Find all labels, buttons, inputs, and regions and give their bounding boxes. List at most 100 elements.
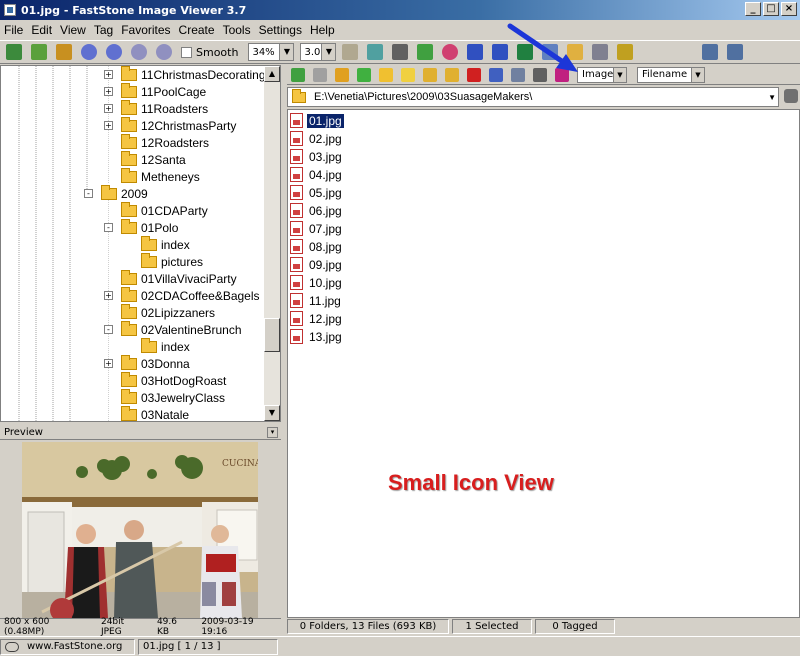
- tree-item[interactable]: Metheneys: [121, 167, 200, 185]
- previous-icon[interactable]: [81, 44, 97, 60]
- file-item[interactable]: 04.jpg: [290, 166, 344, 183]
- zoom-out-icon[interactable]: [156, 44, 172, 60]
- tree-item[interactable]: pictures: [141, 252, 203, 270]
- details-view-icon[interactable]: [511, 67, 525, 82]
- move-to-icon[interactable]: [445, 67, 459, 82]
- file-item[interactable]: 03.jpg: [290, 148, 344, 165]
- hand-tool-icon[interactable]: [342, 44, 359, 60]
- small-icon-view-icon[interactable]: [533, 67, 547, 82]
- scroll-thumb[interactable]: [264, 318, 280, 352]
- tree-item[interactable]: 01Polo: [121, 218, 178, 236]
- collapse-icon[interactable]: -: [104, 223, 113, 232]
- draw-icon[interactable]: [417, 44, 434, 60]
- minimize-button[interactable]: _: [745, 2, 761, 16]
- crop-icon[interactable]: [392, 44, 409, 60]
- folder-icon[interactable]: [56, 44, 72, 60]
- new-folder-icon[interactable]: [401, 67, 415, 82]
- file-list[interactable]: 01.jpg 02.jpg 03.jpg 04.jpg 05.jpg 06.jpg 07.j…: [287, 109, 800, 618]
- smooth-checkbox[interactable]: [181, 46, 192, 58]
- menu-settings[interactable]: Settings: [255, 23, 306, 37]
- tree-item[interactable]: 12ChristmasParty: [121, 116, 236, 134]
- tree-item[interactable]: 11Roadsters: [121, 99, 208, 117]
- rotate-left-icon[interactable]: [467, 44, 484, 60]
- back-icon[interactable]: [291, 67, 305, 82]
- chevron-down-icon[interactable]: ▼: [768, 93, 776, 102]
- file-item[interactable]: 02.jpg: [290, 130, 344, 147]
- wallpaper-icon[interactable]: [617, 44, 634, 60]
- menu-help[interactable]: Help: [306, 23, 339, 37]
- menu-edit[interactable]: Edit: [27, 23, 56, 37]
- scroll-up-icon[interactable]: ▲: [264, 66, 280, 82]
- file-item[interactable]: 01.jpg: [290, 112, 344, 129]
- zoom-in-icon[interactable]: [131, 44, 147, 60]
- print-icon[interactable]: [592, 44, 609, 60]
- expand-icon[interactable]: +: [104, 104, 113, 113]
- file-item[interactable]: 08.jpg: [290, 238, 344, 255]
- file-item[interactable]: 09.jpg: [290, 256, 344, 273]
- forward-icon[interactable]: [313, 67, 327, 82]
- tree-item[interactable]: index: [141, 337, 190, 355]
- tree-item[interactable]: 11PoolCage: [121, 82, 206, 100]
- menu-tag[interactable]: Tag: [90, 23, 117, 37]
- file-item[interactable]: 10.jpg: [290, 274, 344, 291]
- fullscreen-icon[interactable]: [542, 44, 559, 60]
- folder-tree[interactable]: 11ChristmasDecorating +11PoolCage +11Roads…: [0, 65, 281, 422]
- up-folder-icon[interactable]: [335, 67, 349, 82]
- expand-icon[interactable]: +: [104, 87, 113, 96]
- open-icon[interactable]: [6, 44, 22, 60]
- tree-item[interactable]: 12Roadsters: [121, 133, 209, 151]
- tree-item[interactable]: 2009: [101, 184, 148, 202]
- menu-file[interactable]: File: [0, 23, 27, 37]
- tree-scrollbar[interactable]: ▲ ▼: [264, 66, 280, 421]
- maximize-button[interactable]: □: [763, 2, 779, 16]
- file-item[interactable]: 07.jpg: [290, 220, 344, 237]
- thumbnails-view-icon[interactable]: [489, 67, 503, 82]
- file-item[interactable]: 05.jpg: [290, 184, 344, 201]
- filter-select[interactable]: Images ▼: [577, 66, 627, 83]
- zoom-select[interactable]: 34% ▼: [248, 43, 295, 61]
- tree-item[interactable]: 03Natale: [121, 405, 189, 421]
- path-input[interactable]: E:\Venetia\Pictures\2009\03SuasageMakers…: [287, 87, 779, 107]
- collapse-icon[interactable]: -: [84, 189, 93, 198]
- browse-icon[interactable]: [31, 44, 47, 60]
- red-eye-icon[interactable]: [442, 44, 459, 60]
- tree-item[interactable]: 12Santa: [121, 150, 186, 168]
- slideshow-icon[interactable]: [517, 44, 534, 60]
- tree-item[interactable]: index: [141, 235, 190, 253]
- tree-item[interactable]: 01VillaVivaciParty: [121, 269, 237, 287]
- tree-item[interactable]: 11ChristmasDecorating: [121, 66, 266, 83]
- expand-icon[interactable]: +: [104, 70, 113, 79]
- collapse-icon[interactable]: -: [104, 325, 113, 334]
- file-item[interactable]: 06.jpg: [290, 202, 344, 219]
- rotate-right-icon[interactable]: [492, 44, 509, 60]
- layout-alt-icon[interactable]: [727, 44, 744, 60]
- resize-icon[interactable]: [367, 44, 384, 60]
- tree-item[interactable]: 02ValentineBrunch: [121, 320, 242, 338]
- menu-favorites[interactable]: Favorites: [117, 23, 174, 37]
- zoom-step-select[interactable]: 3.0 ▼: [300, 43, 337, 61]
- file-item[interactable]: 12.jpg: [290, 310, 344, 327]
- layout-icon[interactable]: [702, 44, 719, 60]
- expand-icon[interactable]: +: [104, 291, 113, 300]
- copy-to-icon[interactable]: [423, 67, 437, 82]
- file-item[interactable]: 13.jpg: [290, 328, 344, 345]
- menu-view[interactable]: View: [56, 23, 90, 37]
- tree-item[interactable]: 03JewelryClass: [121, 388, 225, 406]
- delete-icon[interactable]: [467, 67, 481, 82]
- email-icon[interactable]: [567, 44, 584, 60]
- favorites-icon[interactable]: [379, 67, 393, 82]
- sort-select[interactable]: Filename ▼: [637, 66, 705, 83]
- expand-icon[interactable]: +: [104, 359, 113, 368]
- refresh-icon[interactable]: [357, 67, 371, 82]
- tree-item[interactable]: 02CDACoffee&Bagels: [121, 286, 260, 304]
- expand-icon[interactable]: +: [104, 121, 113, 130]
- tag-icon[interactable]: [555, 67, 569, 82]
- path-options-icon[interactable]: [784, 89, 798, 103]
- scroll-down-icon[interactable]: ▼: [264, 405, 280, 421]
- tree-item[interactable]: 01CDAParty: [121, 201, 208, 219]
- next-icon[interactable]: [106, 44, 122, 60]
- close-button[interactable]: ×: [781, 2, 797, 16]
- tree-item[interactable]: 02Lipizzaners: [121, 303, 215, 321]
- file-item[interactable]: 11.jpg: [290, 292, 343, 309]
- menu-tools[interactable]: Tools: [219, 23, 255, 37]
